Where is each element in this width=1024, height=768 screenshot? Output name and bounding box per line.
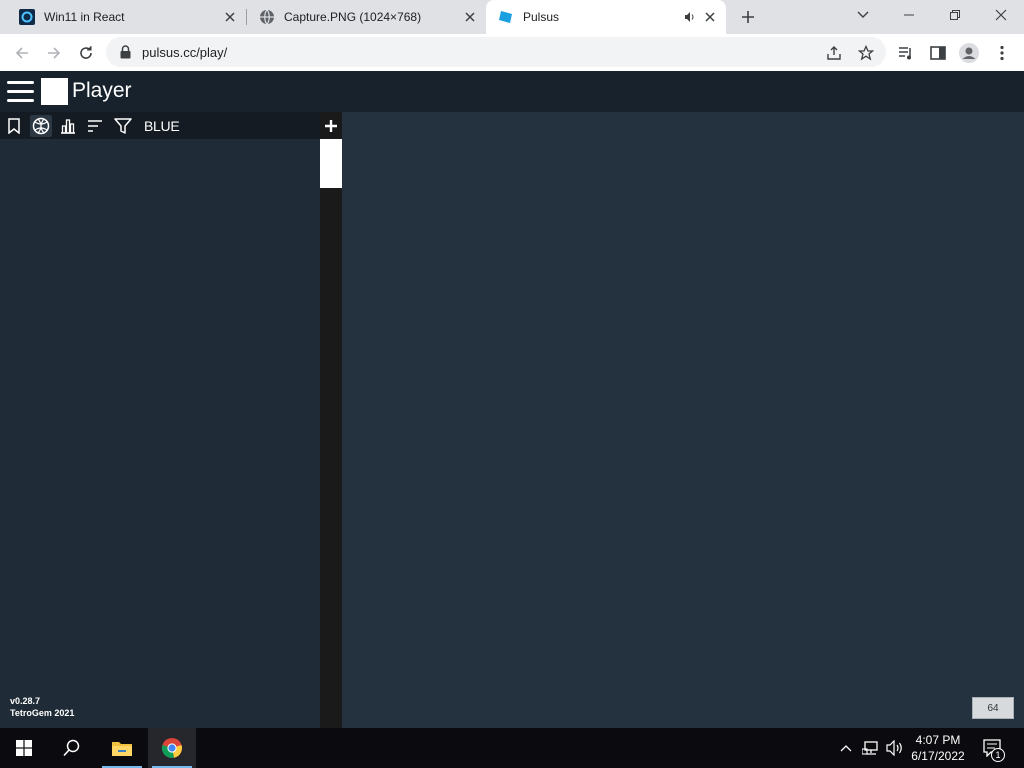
media-control-button[interactable]: [895, 42, 917, 64]
sort-icon: [88, 120, 102, 132]
browser-menu-button[interactable]: [991, 42, 1013, 64]
avatar-icon: [959, 43, 979, 63]
windows-logo-icon: [16, 740, 32, 756]
url-text: pulsus.cc/play/: [142, 45, 228, 60]
arrow-right-icon: [48, 47, 61, 59]
close-window-button[interactable]: [978, 0, 1024, 30]
tab-capture[interactable]: Capture.PNG (1024×768): [240, 0, 486, 34]
speaker-icon: [886, 740, 902, 756]
version-number: v0.28.7: [10, 696, 41, 706]
tab-strip: Win11 in React Capture.PNG (1024×768) Pu…: [0, 0, 1024, 34]
tab-close-icon[interactable]: [702, 9, 718, 25]
hamburger-menu-icon[interactable]: [7, 79, 34, 105]
scrollbar-thumb[interactable]: [320, 139, 342, 188]
sort-button[interactable]: [84, 115, 106, 137]
network-icon: [862, 741, 878, 755]
restore-button[interactable]: [932, 0, 978, 30]
credit-text: TetroGem 2021: [10, 708, 75, 718]
chevron-up-icon: [840, 745, 852, 752]
star-icon: [858, 45, 874, 61]
panel-toolbar: BLUE: [0, 112, 320, 139]
minimize-button[interactable]: [886, 0, 932, 30]
folder-icon: [112, 742, 132, 756]
tab-close-icon[interactable]: [222, 9, 238, 25]
clock-time: 4:07 PM: [915, 733, 961, 747]
level-details-area: [342, 112, 1024, 728]
windows-taskbar: 4:07 PM 6/17/2022 1: [0, 728, 1024, 768]
address-bar[interactable]: pulsus.cc/play/: [106, 37, 886, 67]
chrome-button[interactable]: [148, 728, 196, 768]
profile-button[interactable]: [958, 42, 980, 64]
page-title: Player: [72, 79, 132, 102]
pulsus-page: Player BLUE v0.28.7 TetroGem 2021 64: [0, 71, 1024, 728]
chrome-icon: [161, 738, 182, 759]
level-list-panel: BLUE: [0, 112, 320, 728]
search-icon: [63, 739, 80, 757]
minimize-icon: [904, 14, 914, 16]
arrow-left-icon: [15, 47, 28, 59]
kebab-menu-icon: [1000, 45, 1004, 61]
bookmark-button[interactable]: [3, 115, 25, 137]
pulsus-icon: [499, 11, 512, 23]
tab-close-icon[interactable]: [462, 9, 478, 25]
file-explorer-button[interactable]: [98, 728, 146, 768]
plus-icon: [325, 119, 337, 132]
speaker-icon[interactable]: [682, 9, 698, 25]
app-header: Player: [0, 71, 1024, 112]
clock-date: 6/17/2022: [911, 749, 965, 763]
back-button[interactable]: [11, 42, 33, 64]
bookmark-icon: [8, 118, 20, 134]
side-panel-icon: [930, 46, 946, 60]
notification-count-badge: 1: [991, 748, 1005, 762]
counter-badge: 64: [972, 697, 1014, 719]
filter-icon: [114, 118, 132, 134]
share-icon: [827, 46, 841, 60]
plus-icon: [742, 11, 754, 23]
tab-title: Pulsus: [523, 10, 560, 24]
share-button[interactable]: [823, 42, 845, 64]
side-panel-button[interactable]: [927, 42, 949, 64]
close-icon: [995, 9, 1007, 21]
scroll-column: [320, 112, 342, 728]
tab-win11[interactable]: Win11 in React: [0, 0, 246, 34]
volume-button[interactable]: [885, 739, 905, 757]
app-logo: [41, 78, 68, 105]
version-info: v0.28.7 TetroGem 2021: [10, 695, 74, 719]
chevron-down-icon: [857, 11, 869, 18]
lock-icon[interactable]: [120, 45, 131, 59]
filter-label[interactable]: BLUE: [144, 118, 180, 134]
globe-icon: [260, 9, 274, 25]
add-level-button[interactable]: [320, 112, 342, 139]
reload-button[interactable]: [75, 42, 97, 64]
browser-toolbar: pulsus.cc/play/: [0, 34, 1024, 71]
bookmark-star-button[interactable]: [855, 42, 877, 64]
globe-icon: [32, 117, 50, 135]
forward-button[interactable]: [43, 42, 65, 64]
network-button[interactable]: [861, 739, 881, 757]
stats-button[interactable]: [57, 115, 79, 137]
show-hidden-icons-button[interactable]: [838, 739, 854, 757]
tab-title: Capture.PNG (1024×768): [284, 10, 422, 24]
new-tab-button[interactable]: [738, 7, 758, 27]
start-button[interactable]: [0, 728, 48, 768]
online-levels-button[interactable]: [30, 115, 52, 137]
bar-chart-icon: [61, 119, 75, 134]
tab-pulsus[interactable]: Pulsus: [486, 0, 726, 34]
clock[interactable]: 4:07 PM 6/17/2022: [906, 732, 970, 764]
tab-search-button[interactable]: [840, 0, 886, 30]
win11-icon: [19, 9, 35, 25]
search-button[interactable]: [48, 728, 96, 768]
tab-title: Win11 in React: [44, 10, 125, 24]
media-queue-icon: [899, 47, 911, 60]
reload-icon: [80, 46, 92, 59]
filter-button[interactable]: [112, 115, 134, 137]
restore-icon: [950, 10, 960, 20]
